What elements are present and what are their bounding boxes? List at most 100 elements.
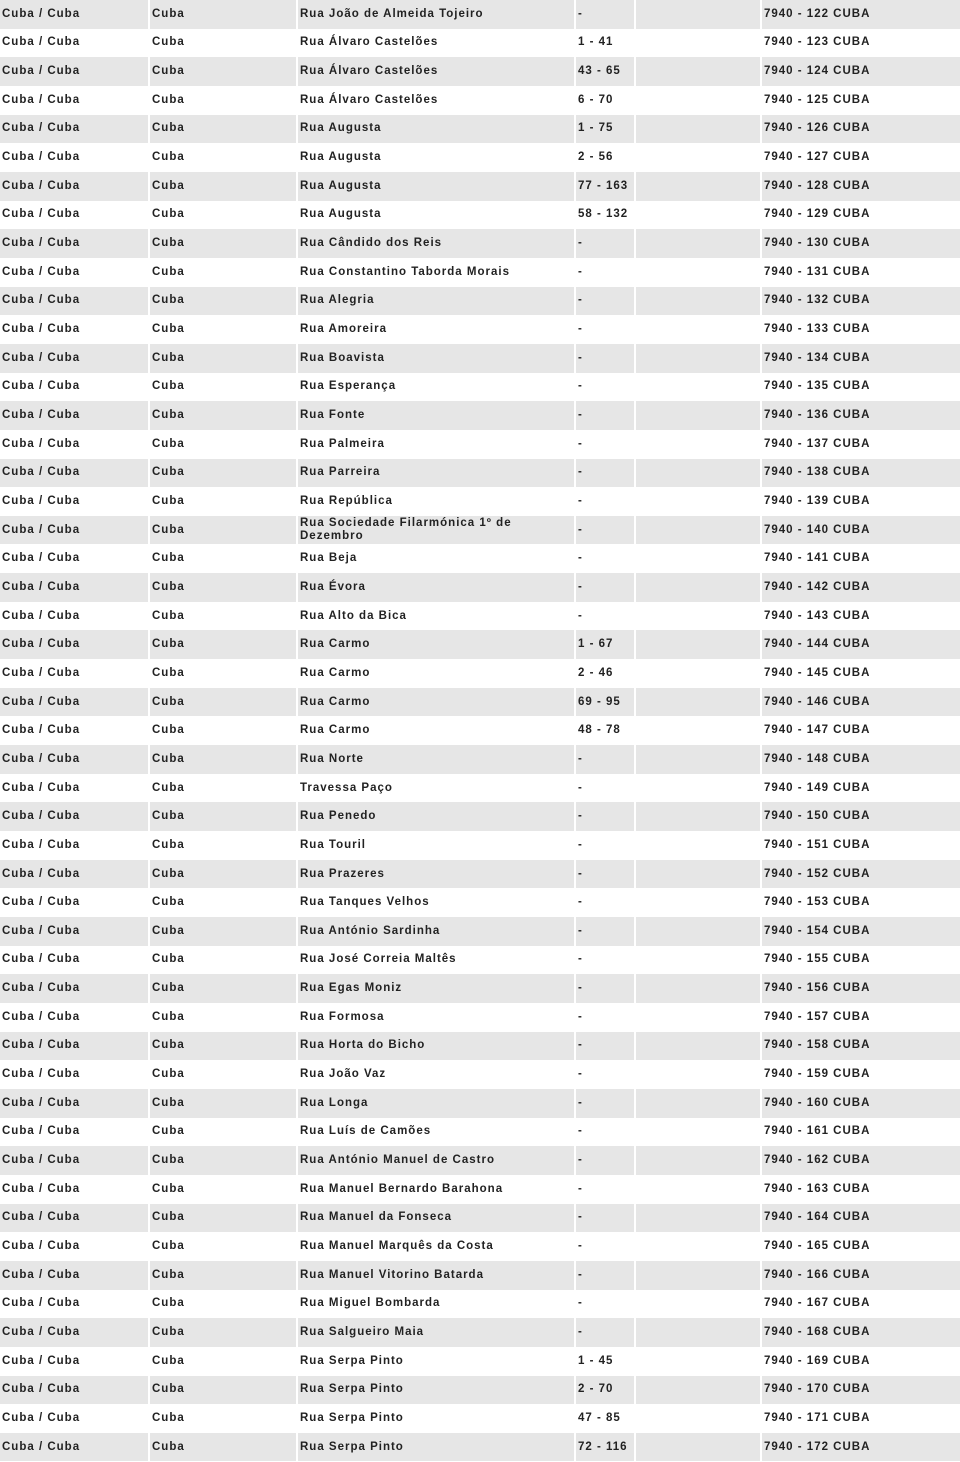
street-cell: Rua Augusta: [300, 151, 382, 164]
postal-code-cell: 7940 - 168 CUBA: [762, 1318, 960, 1347]
table-row: Cuba / Cuba Cuba Rua Palmeira - 7940 - 137 C…: [0, 430, 960, 459]
postal-code-cell: 7940 - 140 CUBA: [762, 515, 960, 545]
locality-cell: Cuba / Cuba: [2, 151, 81, 164]
empty-cell: [636, 430, 760, 459]
parish-cell: Cuba: [150, 458, 296, 488]
door-range-cell: -: [576, 917, 634, 946]
empty-cell: [636, 659, 760, 688]
parish-cell: Cuba: [152, 953, 185, 966]
table-row: Cuba / Cuba Cuba Rua Augusta 77 - 163 7940 -…: [0, 171, 960, 201]
empty-cell: [636, 1404, 760, 1433]
postal-code-cell: 7940 - 126 CUBA: [762, 114, 960, 144]
locality-cell: Cuba / Cuba: [0, 515, 148, 545]
postal-code-cell: 7940 - 169 CUBA: [764, 1354, 871, 1367]
locality-cell: Cuba / Cuba: [2, 437, 81, 450]
empty-cell: [636, 29, 760, 58]
door-range-cell: -: [576, 229, 634, 258]
postal-code-cell: 7940 - 164 CUBA: [762, 1203, 960, 1233]
street-cell: Rua João Vaz: [300, 1068, 387, 1081]
parish-cell: Cuba: [152, 93, 185, 106]
table-row: Cuba / Cuba Cuba Rua Manuel Bernardo Barah…: [0, 1175, 960, 1204]
parish-cell: Cuba: [152, 265, 185, 278]
locality-cell: Cuba / Cuba: [0, 1088, 148, 1118]
door-range-cell: 43 - 65: [576, 57, 634, 86]
table-row: Cuba / Cuba Cuba Rua Serpa Pinto 72 - 116 79…: [0, 1432, 960, 1462]
parish-cell: Cuba: [150, 0, 296, 29]
door-range-cell: -: [576, 1031, 634, 1061]
postal-code-cell: 7940 - 172 CUBA: [762, 1432, 960, 1462]
door-range-cell: -: [578, 1125, 583, 1138]
door-range-cell: -: [576, 802, 634, 832]
postal-code-cell: 7940 - 163 CUBA: [764, 1182, 871, 1195]
street-cell: Rua Boavista: [298, 343, 574, 373]
street-cell: Rua Tanques Velhos: [300, 896, 430, 909]
locality-cell: Cuba / Cuba: [0, 57, 148, 86]
parish-cell: Cuba: [150, 229, 296, 258]
parish-cell: Cuba: [150, 1432, 296, 1462]
street-cell: Rua Penedo: [298, 802, 574, 832]
door-range-cell: -: [576, 859, 634, 889]
street-cell: Rua Fonte: [298, 401, 574, 430]
street-cell: Rua Álvaro Castelões: [300, 36, 439, 49]
street-cell: Rua Luís de Camões: [300, 1125, 432, 1138]
postal-code-cell: 7940 - 150 CUBA: [762, 802, 960, 832]
door-range-cell: -: [576, 1088, 634, 1118]
postal-code-cell: 7940 - 135 CUBA: [764, 380, 871, 393]
street-cell: Rua Augusta: [300, 208, 382, 221]
table-row: Cuba / Cuba Cuba Rua Amoreira - 7940 - 133 C…: [0, 315, 960, 344]
empty-cell: [636, 57, 760, 86]
locality-cell: Cuba / Cuba: [0, 114, 148, 144]
table-row: Cuba / Cuba Cuba Rua Sociedade Filarmónica…: [0, 515, 960, 545]
street-cell: Rua Serpa Pinto: [300, 1411, 404, 1424]
locality-cell: Cuba / Cuba: [2, 666, 81, 679]
locality-cell: Cuba / Cuba: [0, 1432, 148, 1462]
door-range-cell: 2 - 56: [578, 151, 614, 164]
locality-cell: Cuba / Cuba: [0, 974, 148, 1003]
postal-code-cell: 7940 - 138 CUBA: [762, 458, 960, 488]
door-range-cell: -: [576, 974, 634, 1003]
table-row: Cuba / Cuba Cuba Rua Évora - 7940 - 142 CUBA: [0, 573, 960, 602]
parish-cell: Cuba: [150, 630, 296, 660]
table-row: Cuba / Cuba Cuba Rua Fonte - 7940 - 136 CUBA: [0, 401, 960, 430]
postal-code-cell: 7940 - 129 CUBA: [764, 208, 871, 221]
postal-code-cell: 7940 - 149 CUBA: [764, 781, 871, 794]
parish-cell: Cuba: [150, 1203, 296, 1233]
postal-code-cell: 7940 - 141 CUBA: [764, 552, 871, 565]
door-range-cell: -: [578, 609, 583, 622]
empty-cell: [636, 630, 760, 660]
postal-code-cell: 7940 - 132 CUBA: [762, 286, 960, 316]
postal-code-cell: 7940 - 151 CUBA: [764, 838, 871, 851]
parish-cell: Cuba: [152, 1125, 185, 1138]
parish-cell: Cuba: [150, 114, 296, 144]
table-row: Cuba / Cuba Cuba Rua Miguel Bombarda - 7940 …: [0, 1290, 960, 1319]
street-cell: Rua Longa: [298, 1088, 574, 1118]
table-row: Cuba / Cuba Cuba Rua Longa - 7940 - 160 CUBA: [0, 1088, 960, 1118]
postal-code-cell: 7940 - 148 CUBA: [762, 745, 960, 774]
street-cell: Rua João de Almeida Tojeiro: [298, 0, 574, 29]
street-cell: Rua Carmo: [298, 630, 574, 660]
postal-code-cell: 7940 - 153 CUBA: [764, 896, 871, 909]
postal-code-cell: 7940 - 133 CUBA: [764, 323, 871, 336]
empty-cell: [636, 86, 760, 115]
door-range-cell: 77 - 163: [576, 171, 634, 201]
parish-cell: Cuba: [150, 171, 296, 201]
door-range-cell: -: [578, 838, 583, 851]
locality-cell: Cuba / Cuba: [2, 1125, 81, 1138]
locality-cell: Cuba / Cuba: [0, 1375, 148, 1405]
street-cell: Rua Horta do Bicho: [298, 1031, 574, 1061]
street-cell: Rua Álvaro Castelões: [300, 93, 439, 106]
street-cell: Rua Serpa Pinto: [298, 1432, 574, 1462]
postal-code-cell: 7940 - 167 CUBA: [764, 1297, 871, 1310]
parish-cell: Cuba: [152, 151, 185, 164]
empty-cell: [636, 1031, 760, 1061]
postal-code-table: Cuba / Cuba Cuba Rua João de Almeida Tojei…: [0, 0, 960, 1462]
locality-cell: Cuba / Cuba: [0, 1318, 148, 1347]
postal-code-cell: 7940 - 143 CUBA: [764, 609, 871, 622]
table-row: Cuba / Cuba Cuba Rua Prazeres - 7940 - 152 C…: [0, 859, 960, 889]
table-row: Cuba / Cuba Cuba Rua Álvaro Castelões 1 - 4…: [0, 29, 960, 58]
door-range-cell: -: [578, 437, 583, 450]
parish-cell: Cuba: [152, 494, 185, 507]
table-row: Cuba / Cuba Cuba Travessa Paço - 7940 - 149 …: [0, 774, 960, 803]
door-range-cell: -: [576, 286, 634, 316]
door-range-cell: -: [578, 1297, 583, 1310]
